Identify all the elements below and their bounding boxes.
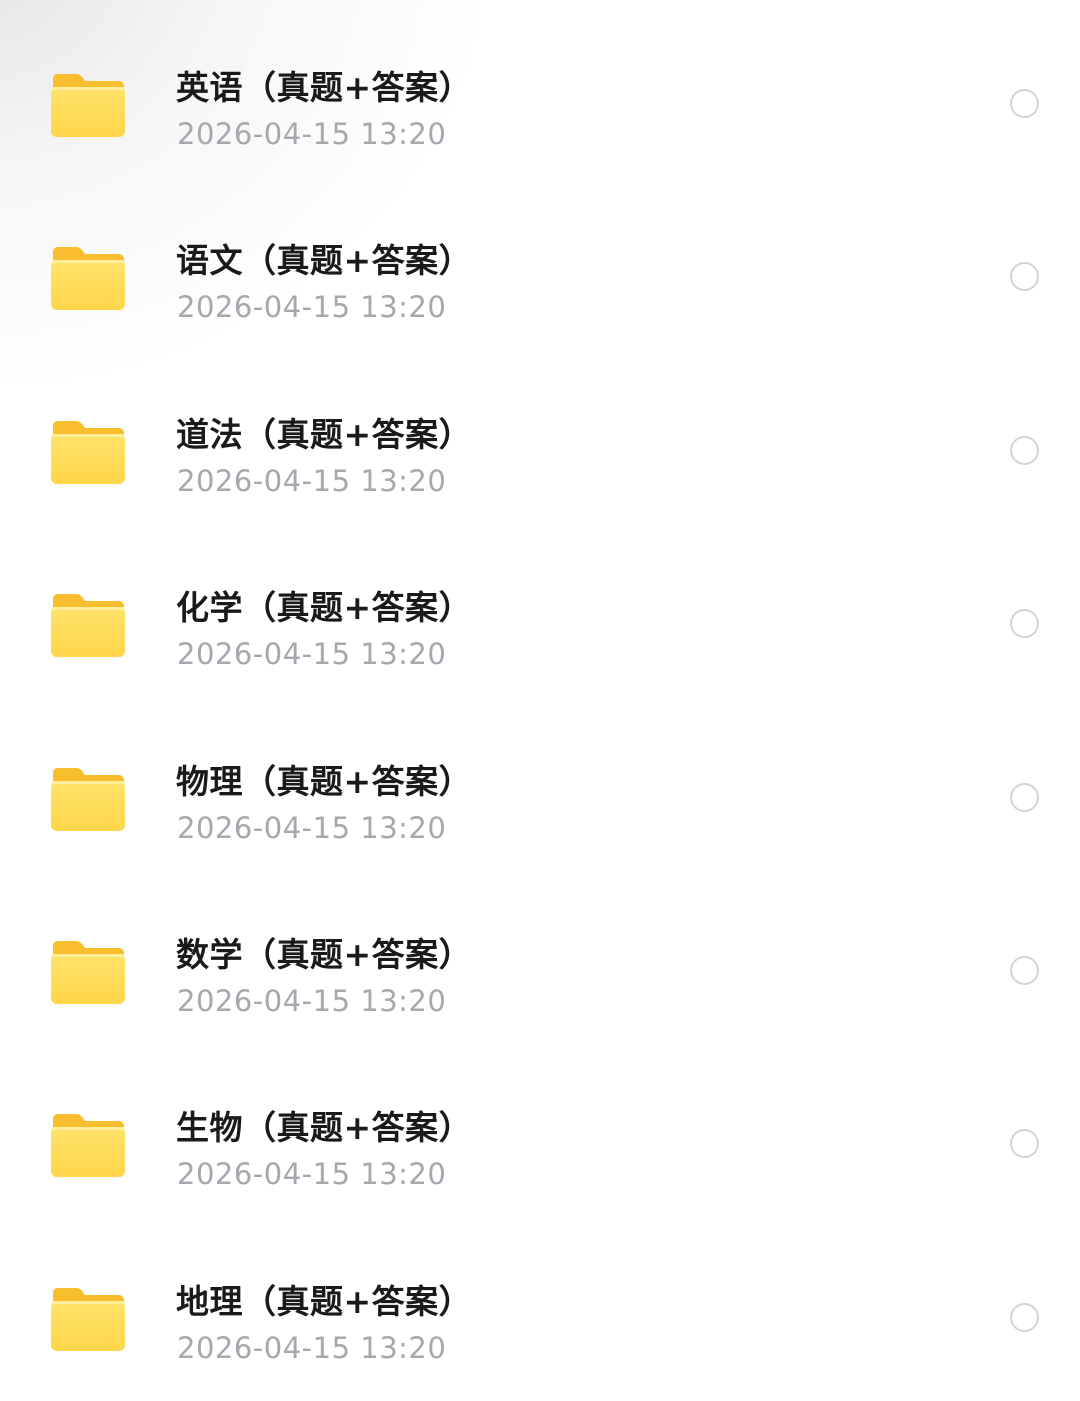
folder-icon bbox=[50, 1111, 126, 1179]
select-radio[interactable] bbox=[1010, 262, 1039, 292]
folder-name: 数学（真题+答案） bbox=[176, 934, 473, 974]
folder-name: 物理（真题+答案） bbox=[176, 761, 473, 801]
folder-date: 2026-04-15 13:20 bbox=[177, 463, 447, 498]
folder-icon bbox=[50, 1285, 126, 1353]
folder-name: 地理（真题+答案） bbox=[176, 1281, 473, 1321]
folder-row[interactable]: 道法（真题+答案） 2026-04-15 13:20 bbox=[0, 364, 1080, 537]
folder-name: 道法（真题+答案） bbox=[176, 414, 473, 454]
folder-list: 英语（真题+答案） 2026-04-15 13:20 语文（真题+答案） 202… bbox=[0, 17, 1080, 1401]
folder-icon bbox=[50, 938, 126, 1006]
folder-icon bbox=[50, 765, 126, 833]
folder-icon bbox=[50, 418, 126, 486]
folder-row[interactable]: 物理（真题+答案） 2026-04-15 13:20 bbox=[0, 711, 1080, 884]
folder-date: 2026-04-15 13:20 bbox=[177, 1157, 447, 1192]
folder-row[interactable]: 数学（真题+答案） 2026-04-15 13:20 bbox=[0, 884, 1080, 1057]
select-radio[interactable] bbox=[1010, 1129, 1039, 1159]
select-radio[interactable] bbox=[1010, 782, 1039, 812]
folder-date: 2026-04-15 13:20 bbox=[177, 117, 447, 151]
folder-date: 2026-04-15 13:20 bbox=[177, 983, 447, 1018]
folder-date: 2026-04-15 13:20 bbox=[177, 290, 447, 325]
select-radio[interactable] bbox=[1010, 955, 1039, 985]
select-radio[interactable] bbox=[1010, 609, 1039, 639]
select-radio[interactable] bbox=[1010, 1302, 1039, 1332]
folder-name: 语文（真题+答案） bbox=[176, 241, 473, 281]
folder-icon bbox=[50, 71, 126, 139]
folder-name: 英语（真题+答案） bbox=[176, 68, 473, 107]
folder-icon bbox=[50, 591, 126, 659]
folder-name: 化学（真题+答案） bbox=[176, 588, 473, 628]
folder-row[interactable]: 生物（真题+答案） 2026-04-15 13:20 bbox=[0, 1057, 1080, 1230]
select-radio[interactable] bbox=[1010, 435, 1039, 465]
file-browser-page: 英语（真题+答案） 2026-04-15 13:20 语文（真题+答案） 202… bbox=[0, 0, 1080, 1401]
folder-date: 2026-04-15 13:20 bbox=[177, 1330, 447, 1365]
folder-name: 生物（真题+答案） bbox=[176, 1108, 473, 1148]
folder-row[interactable]: 地理（真题+答案） 2026-04-15 13:20 bbox=[0, 1231, 1080, 1401]
folder-row[interactable]: 英语（真题+答案） 2026-04-15 13:20 bbox=[0, 17, 1080, 190]
folder-date: 2026-04-15 13:20 bbox=[177, 637, 447, 672]
folder-row[interactable]: 化学（真题+答案） 2026-04-15 13:20 bbox=[0, 537, 1080, 710]
select-radio[interactable] bbox=[1010, 89, 1039, 118]
folder-date: 2026-04-15 13:20 bbox=[177, 810, 447, 845]
folder-row[interactable]: 语文（真题+答案） 2026-04-15 13:20 bbox=[0, 190, 1080, 363]
folder-icon bbox=[50, 244, 126, 312]
